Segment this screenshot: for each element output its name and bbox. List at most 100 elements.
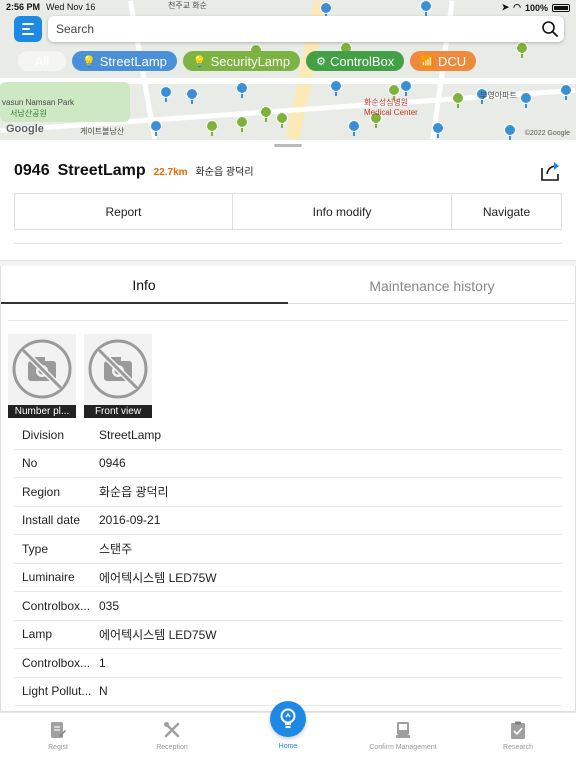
tab-label: Reception <box>156 744 188 751</box>
no-photo-icon <box>8 334 76 404</box>
filter-label: SecurityLamp <box>210 53 291 69</box>
filter-label: DCU <box>437 53 467 69</box>
info-value: StreetLamp <box>99 427 162 442</box>
photo-caption: Number pl... <box>8 405 76 418</box>
info-key: Lamp <box>22 627 53 642</box>
sheet-drag-handle[interactable] <box>274 144 302 147</box>
map-view[interactable]: vasun Namsan Park 서남산공원 천주교 화순 게이트볼남산 화순… <box>0 0 576 140</box>
asset-title: 0946 StreetLamp 22.7km 화순읍 광덕리 <box>14 162 254 180</box>
streetlamp-pin[interactable] <box>520 92 532 108</box>
info-key: Type <box>22 541 49 556</box>
securitylamp-pin[interactable] <box>388 84 400 100</box>
filter-chip-streetlamp[interactable]: 💡 StreetLamp <box>72 51 177 71</box>
tab-home[interactable]: Home <box>238 701 338 750</box>
info-row: No 0946 <box>14 450 562 478</box>
menu-button[interactable] <box>14 16 42 42</box>
filter-label: ControlBox <box>329 53 395 69</box>
tools-icon <box>122 719 222 741</box>
securitylamp-pin[interactable] <box>236 116 248 132</box>
search-icon[interactable] <box>536 16 564 42</box>
search-input[interactable] <box>56 22 536 36</box>
antenna-icon: 📶 <box>420 55 434 68</box>
securitylamp-pin[interactable] <box>206 120 218 136</box>
menu-icon <box>22 33 34 35</box>
map-label-gate: 게이트볼남산 <box>80 127 125 136</box>
map-label-hospital: 화순성심병원 <box>364 98 409 107</box>
tab-regist[interactable]: Regist <box>8 719 108 751</box>
info-value: 035 <box>99 598 120 613</box>
info-row: Type 스탠주 <box>14 535 562 564</box>
info-value: 2016-09-21 <box>99 513 161 528</box>
info-key: Controlbox... <box>22 655 91 670</box>
streetlamp-pin[interactable] <box>160 86 172 102</box>
map-label-hospital-en: Medical Center <box>364 108 418 117</box>
photo-caption: Front view <box>84 405 152 418</box>
info-key: No <box>22 456 38 471</box>
status-time: 2:56 PM <box>6 2 41 12</box>
search-bar[interactable] <box>48 16 564 42</box>
asset-distance: 22.7km <box>153 167 188 178</box>
streetlamp-pin[interactable] <box>186 88 198 104</box>
tab-confirm-management[interactable]: Confirm Management <box>353 719 453 751</box>
info-row: Luminaire 에어텍시스템 LED75W <box>14 564 562 592</box>
detail-tabs: Info Maintenance history <box>0 268 576 304</box>
streetlamp-pin[interactable] <box>504 124 516 140</box>
streetlamp-pin[interactable] <box>432 122 444 138</box>
tab-label: Regist <box>48 744 68 751</box>
streetlamp-pin[interactable] <box>400 80 412 96</box>
photo-number-plate[interactable]: Number pl... <box>8 334 76 418</box>
tab-reception[interactable]: Reception <box>122 719 222 751</box>
divider <box>14 243 562 244</box>
status-date: Wed Nov 16 <box>46 2 96 12</box>
streetlamp-pin[interactable] <box>560 84 572 100</box>
securitylamp-pin[interactable] <box>516 42 528 58</box>
filter-chips: All 💡 StreetLamp 💡 SecurityLamp ⚙ ControlBo… <box>18 51 477 71</box>
tab-info[interactable]: Info <box>0 268 288 304</box>
securitylamp-pin[interactable] <box>276 112 288 128</box>
info-value: 0946 <box>99 456 126 471</box>
securitylamp-pin[interactable] <box>260 106 272 122</box>
divider <box>8 320 568 321</box>
info-key: Division <box>22 427 65 442</box>
info-row: Install date 2016-09-21 <box>14 507 562 535</box>
share-icon[interactable] <box>538 160 562 182</box>
info-row: Region 화순읍 광덕리 <box>14 478 562 507</box>
streetlamp-pin[interactable] <box>348 120 360 136</box>
menu-icon <box>22 28 30 30</box>
streetlamp-pin[interactable] <box>330 80 342 96</box>
info-modify-button[interactable]: Info modify <box>233 194 452 229</box>
info-value: 1 <box>99 655 106 670</box>
tab-label: Research <box>503 744 533 751</box>
report-button[interactable]: Report <box>15 194 233 229</box>
info-row: Lamp 에어텍시스템 LED75W <box>14 621 562 649</box>
tab-maintenance-history[interactable]: Maintenance history <box>288 268 576 304</box>
filter-chip-dcu[interactable]: 📶 DCU <box>410 51 477 71</box>
menu-icon <box>22 23 34 25</box>
streetlamp-pin[interactable] <box>150 120 162 136</box>
map-copyright: ©2022 Google <box>524 130 570 137</box>
tab-label: Confirm Management <box>369 744 437 751</box>
wifi-icon: ◠ <box>513 2 521 12</box>
info-row: Controlbox... 1 <box>14 649 562 678</box>
info-key: Controlbox... <box>22 598 91 613</box>
status-indicators: ➤ ◠ 100% <box>502 2 570 13</box>
tab-research[interactable]: Research <box>468 719 568 751</box>
bulb-icon: 💡 <box>192 55 207 68</box>
info-key: Region <box>22 484 61 499</box>
photo-list: Number pl... Front view <box>8 334 152 418</box>
filter-chip-controlbox[interactable]: ⚙ ControlBox <box>306 51 405 71</box>
filter-chip-all[interactable]: All <box>18 51 66 71</box>
photo-front-view[interactable]: Front view <box>84 334 152 418</box>
filter-chip-securitylamp[interactable]: 💡 SecurityLamp <box>182 51 301 71</box>
navigate-button[interactable]: Navigate <box>452 194 561 229</box>
info-key: Luminaire <box>22 570 75 585</box>
status-bar: 2:56 PM Wed Nov 16 ➤ ◠ 100% <box>0 0 576 14</box>
map-label-park-ko: 서남산공원 <box>10 109 47 118</box>
streetlamp-pin[interactable] <box>236 82 248 98</box>
filter-label: All <box>34 53 50 69</box>
asset-number: 0946 <box>14 162 50 179</box>
info-table: Division StreetLamp No 0946 Region 화순읍 광덕리 … <box>14 421 562 706</box>
map-label-park: vasun Namsan Park <box>2 98 75 107</box>
gear-icon: ⚙ <box>316 55 326 68</box>
securitylamp-pin[interactable] <box>452 92 464 108</box>
